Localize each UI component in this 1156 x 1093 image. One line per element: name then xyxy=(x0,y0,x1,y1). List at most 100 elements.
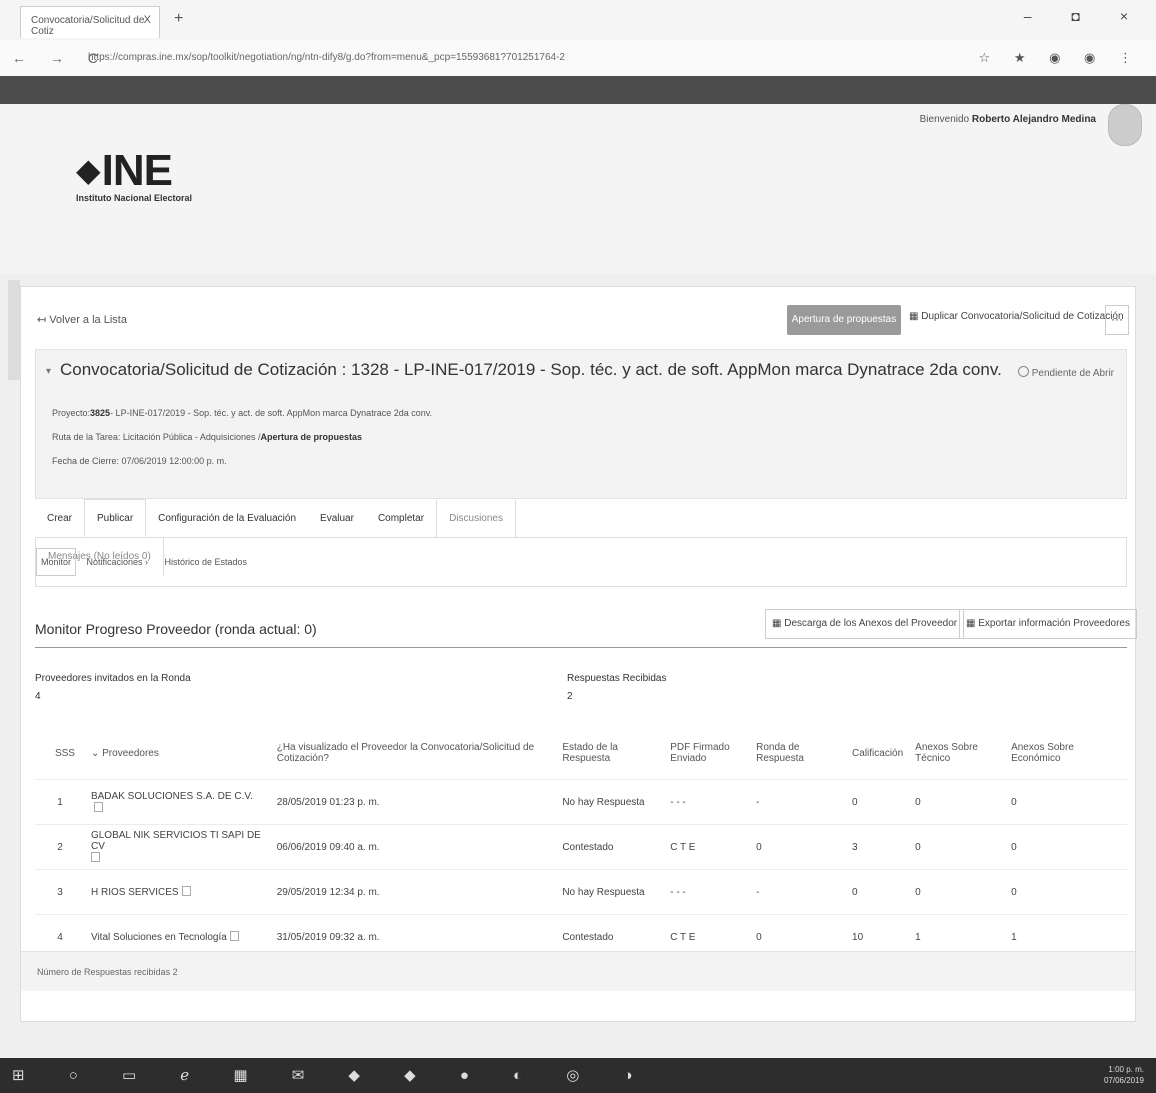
address-bar: ← → C https://compras.ine.mx/sop/toolkit… xyxy=(0,40,1156,77)
col-header-pdf[interactable]: PDF Firmado Enviado xyxy=(664,727,750,780)
row-number: 3 xyxy=(57,886,63,898)
tab-publicar[interactable]: Publicar xyxy=(84,499,147,537)
subtab-historico-estados[interactable]: Histórico de Estados xyxy=(158,538,253,586)
viewed-date: 29/05/2019 12:34 p. m. xyxy=(276,886,380,898)
route-value: Apertura de propuestas xyxy=(260,432,362,442)
clock-icon xyxy=(1017,366,1029,377)
technical-attachments[interactable]: 0 xyxy=(909,870,1005,915)
ine-logo: ◆INE Instituto Nacional Electoral xyxy=(76,149,193,204)
supplier-name-text: BADAK SOLUCIONES S.A. DE C.V. xyxy=(90,790,253,802)
col-header-proveedores-label: Proveedores xyxy=(102,747,159,759)
app-top-bar xyxy=(0,76,1156,104)
col-header-sss[interactable]: SSS xyxy=(35,727,85,780)
duplicate-button[interactable]: ▦ Duplicar Convocatoria/Solicitud de Cot… xyxy=(909,311,1124,322)
status-badge: Pendiente de Abrir xyxy=(1017,366,1114,379)
col-header-ronda[interactable]: Ronda de Respuesta xyxy=(750,727,846,780)
supplier-name[interactable]: BADAK SOLUCIONES S.A. DE C.V. xyxy=(85,780,271,825)
score: 0 xyxy=(852,886,858,898)
col-header-proveedores[interactable]: ⌄ Proveedores xyxy=(85,727,271,780)
back-to-list-link[interactable]: ↤ Volver a la Lista xyxy=(37,313,127,326)
os-taskbar: ⊞ ○ ▭ ℯ ▦ ✉ ◆ ◆ ● ◐ ◎ ◑ 1:00 p. m. 07/06… xyxy=(0,1058,1156,1093)
route-label: Ruta de la Tarea: Licitación Pública - A… xyxy=(52,432,261,442)
viewed-date: 28/05/2019 01:23 p. m. xyxy=(276,796,380,808)
clock-date: 07/06/2019 xyxy=(1103,1076,1144,1085)
browser-tab-bar: Convocatoria/Solicitud de Cotiz X + – ◘ … xyxy=(0,0,1156,41)
col-header-estado[interactable]: Estado de la Respuesta xyxy=(556,727,664,780)
collapse-caret-icon[interactable]: ▾ xyxy=(46,366,51,377)
download-button-label: Descarga de los Anexos del Proveedor xyxy=(784,618,958,629)
tab-evaluar[interactable]: Evaluar xyxy=(308,500,366,538)
col-header-anexos-economico[interactable]: Anexos Sobre Económico xyxy=(1005,727,1127,780)
browser-action-icons[interactable]: ☆ ★ ◉ ◉ ⋮ xyxy=(979,50,1142,66)
close-tab-icon[interactable]: X xyxy=(144,14,151,26)
sort-indicator-icon: ⌄ xyxy=(90,747,100,759)
tab-crear[interactable]: Crear xyxy=(35,500,84,538)
welcome-text: Bienvenido Roberto Alejandro Medina xyxy=(920,114,1096,125)
page-title: Convocatoria/Solicitud de Cotización : 1… xyxy=(60,360,1002,379)
col-header-calificacion[interactable]: Calificación xyxy=(846,727,909,780)
logo-subtitle: Instituto Nacional Electoral xyxy=(76,193,193,203)
row-number: 2 xyxy=(57,841,63,853)
subtab-monitor[interactable]: Monitor xyxy=(36,548,77,576)
route-line: Ruta de la Tarea: Licitación Pública - A… xyxy=(52,432,362,442)
economic-attachments[interactable]: 0 xyxy=(1005,870,1127,915)
section-divider xyxy=(35,647,1127,648)
export-suppliers-button[interactable]: ▦ Exportar información Proveedores xyxy=(959,609,1137,639)
avatar[interactable] xyxy=(1108,104,1142,146)
system-tray-clock[interactable]: 1:00 p. m. 07/06/2019 xyxy=(1104,1064,1144,1086)
table-row[interactable]: 2 GLOBAL NIK SERVICIOS TI SAPI DE CV 06/… xyxy=(35,824,1127,870)
new-tab-icon[interactable]: + xyxy=(174,10,183,28)
window-controls[interactable]: – ◘ × xyxy=(1024,8,1146,24)
technical-attachments[interactable]: 0 xyxy=(909,825,1005,870)
table-row[interactable]: 1 BADAK SOLUCIONES S.A. DE C.V. 28/05/20… xyxy=(35,779,1127,825)
apertura-propuestas-button[interactable]: Apertura de propuestas xyxy=(787,305,901,335)
invited-value: 4 xyxy=(35,691,41,702)
side-scroll-handle[interactable] xyxy=(8,280,20,380)
monitor-title: Monitor Progreso Proveedor (ronda actual… xyxy=(35,621,317,637)
responses-footer: Número de Respuestas recibidas 2 xyxy=(21,951,1135,991)
tab-discusiones[interactable]: Discusiones xyxy=(436,500,516,538)
supplier-name[interactable]: GLOBAL NIK SERVICIOS TI SAPI DE CV xyxy=(85,825,271,870)
received-label: Respuestas Recibidas xyxy=(567,673,667,684)
more-actions-button[interactable]: ··· xyxy=(1105,305,1129,335)
col-header-anexos-tecnico[interactable]: Anexos Sobre Técnico xyxy=(909,727,1005,780)
response-status: Contestado xyxy=(562,841,614,853)
back-link-label: Volver a la Lista xyxy=(49,314,127,326)
url-field[interactable]: https://compras.ine.mx/sop/toolkit/negot… xyxy=(88,48,988,68)
document-icon[interactable] xyxy=(93,801,103,812)
main-tabs: Crear Publicar Configuración de la Evaluac… xyxy=(35,499,635,576)
taskbar-app-icons[interactable]: ⊞ ○ ▭ ℯ ▦ ✉ ◆ ◆ ● ◐ ◎ ◑ xyxy=(12,1066,653,1084)
supplier-name-text: H RIOS SERVICES xyxy=(90,887,179,898)
negotiation-info-panel: ▾ Convocatoria/Solicitud de Cotización :… xyxy=(35,349,1127,499)
supplier-name[interactable]: H RIOS SERVICES xyxy=(85,870,271,915)
table-row[interactable]: 3 H RIOS SERVICES 29/05/2019 12:34 p. m.… xyxy=(35,869,1127,915)
viewed-date: 06/06/2019 09:40 a. m. xyxy=(276,841,380,853)
response-round: 0 xyxy=(756,841,762,853)
project-line: Proyecto:3825- LP-INE-017/2019 - Sop. té… xyxy=(52,408,432,418)
pdf-signed: C T E xyxy=(670,841,696,853)
browser-tab[interactable]: Convocatoria/Solicitud de Cotiz X xyxy=(20,6,160,38)
duplicate-button-label: Duplicar Convocatoria/Solicitud de Cotiz… xyxy=(921,311,1124,322)
welcome-prefix: Bienvenido xyxy=(919,114,970,125)
document-icon[interactable] xyxy=(181,886,191,896)
document-icon[interactable] xyxy=(90,852,100,862)
technical-attachments[interactable]: 0 xyxy=(909,780,1005,825)
download-attachments-button[interactable]: ▦ Descarga de los Anexos del Proveedor xyxy=(765,609,965,639)
economic-attachments[interactable]: 0 xyxy=(1005,825,1127,870)
col-header-visualizado[interactable]: ¿Ha visualizado el Proveedor la Convocat… xyxy=(271,727,557,780)
row-number: 1 xyxy=(57,796,63,808)
project-number: 3825 xyxy=(90,408,111,418)
download-icon: ▦ xyxy=(772,618,782,629)
response-round: - xyxy=(756,796,760,808)
close-date: Fecha de Cierre: 07/06/2019 12:00:00 p. … xyxy=(52,456,227,466)
tab-configuracion-evaluacion[interactable]: Configuración de la Evaluación xyxy=(146,500,308,538)
subtab-notificaciones[interactable]: Notificaciones › xyxy=(80,538,154,586)
document-icon[interactable] xyxy=(229,931,239,941)
app-header: Bienvenido Roberto Alejandro Medina ◆INE… xyxy=(0,104,1156,274)
project-label: Proyecto: xyxy=(52,408,91,418)
clock-time: 1:00 p. m. xyxy=(1108,1065,1144,1074)
sub-tabs: Monitor Notificaciones › Histórico de Es… xyxy=(35,537,1127,587)
invited-label: Proveedores invitados en la Ronda xyxy=(35,673,191,684)
tab-completar[interactable]: Completar xyxy=(366,500,436,538)
economic-attachments[interactable]: 0 xyxy=(1005,780,1127,825)
